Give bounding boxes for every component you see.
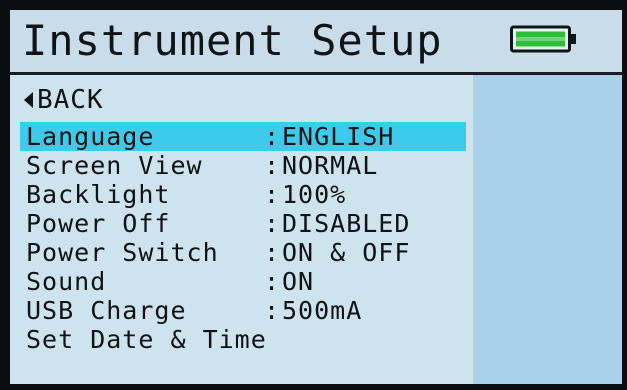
page-title: Instrument Setup	[22, 16, 443, 65]
menu-item-value: 500mA	[282, 296, 363, 325]
menu-item-label: USB Charge	[26, 296, 187, 325]
menu-item-label: Language	[26, 122, 155, 151]
menu-item-label: Set Date & Time	[26, 325, 267, 354]
menu-item-separator: :	[264, 151, 281, 180]
side-panel	[473, 75, 622, 384]
menu-item-label: Backlight	[26, 180, 171, 209]
title-bar: Instrument Setup	[10, 10, 622, 75]
menu-item-value: 100%	[282, 180, 347, 209]
lcd-screen: Instrument Setup BACK Language : ENGLISH…	[10, 10, 622, 384]
device-bezel: Instrument Setup BACK Language : ENGLISH…	[0, 0, 627, 390]
menu-item-label: Sound	[26, 267, 107, 296]
menu-item-power-switch[interactable]: Power Switch : ON & OFF	[20, 238, 466, 267]
menu-item-set-date-time[interactable]: Set Date & Time	[20, 325, 466, 354]
menu-item-usb-charge[interactable]: USB Charge : 500mA	[20, 296, 466, 325]
menu-item-separator: :	[264, 209, 281, 238]
settings-menu: Language : ENGLISH Screen View : NORMAL …	[20, 122, 466, 354]
menu-item-label: Power Off	[26, 209, 171, 238]
menu-item-screen-view[interactable]: Screen View : NORMAL	[20, 151, 466, 180]
menu-item-backlight[interactable]: Backlight : 100%	[20, 180, 466, 209]
menu-item-value: ENGLISH	[282, 122, 395, 151]
back-label: BACK	[37, 85, 104, 115]
menu-item-value: NORMAL	[282, 151, 379, 180]
menu-item-separator: :	[264, 267, 281, 296]
menu-item-sound[interactable]: Sound : ON	[20, 267, 466, 296]
menu-item-value: DISABLED	[282, 209, 411, 238]
menu-item-separator: :	[264, 122, 281, 151]
menu-item-separator: :	[264, 180, 281, 209]
back-triangle-icon	[24, 92, 33, 108]
menu-item-label: Power Switch	[26, 238, 219, 267]
menu-item-label: Screen View	[26, 151, 203, 180]
menu-item-value: ON & OFF	[282, 238, 411, 267]
menu-item-language[interactable]: Language : ENGLISH	[20, 122, 466, 151]
battery-icon	[510, 25, 576, 53]
menu-item-power-off[interactable]: Power Off : DISABLED	[20, 209, 466, 238]
menu-item-value: ON	[282, 267, 315, 296]
menu-item-separator: :	[264, 296, 281, 325]
back-button[interactable]: BACK	[24, 82, 104, 118]
menu-item-separator: :	[264, 238, 281, 267]
